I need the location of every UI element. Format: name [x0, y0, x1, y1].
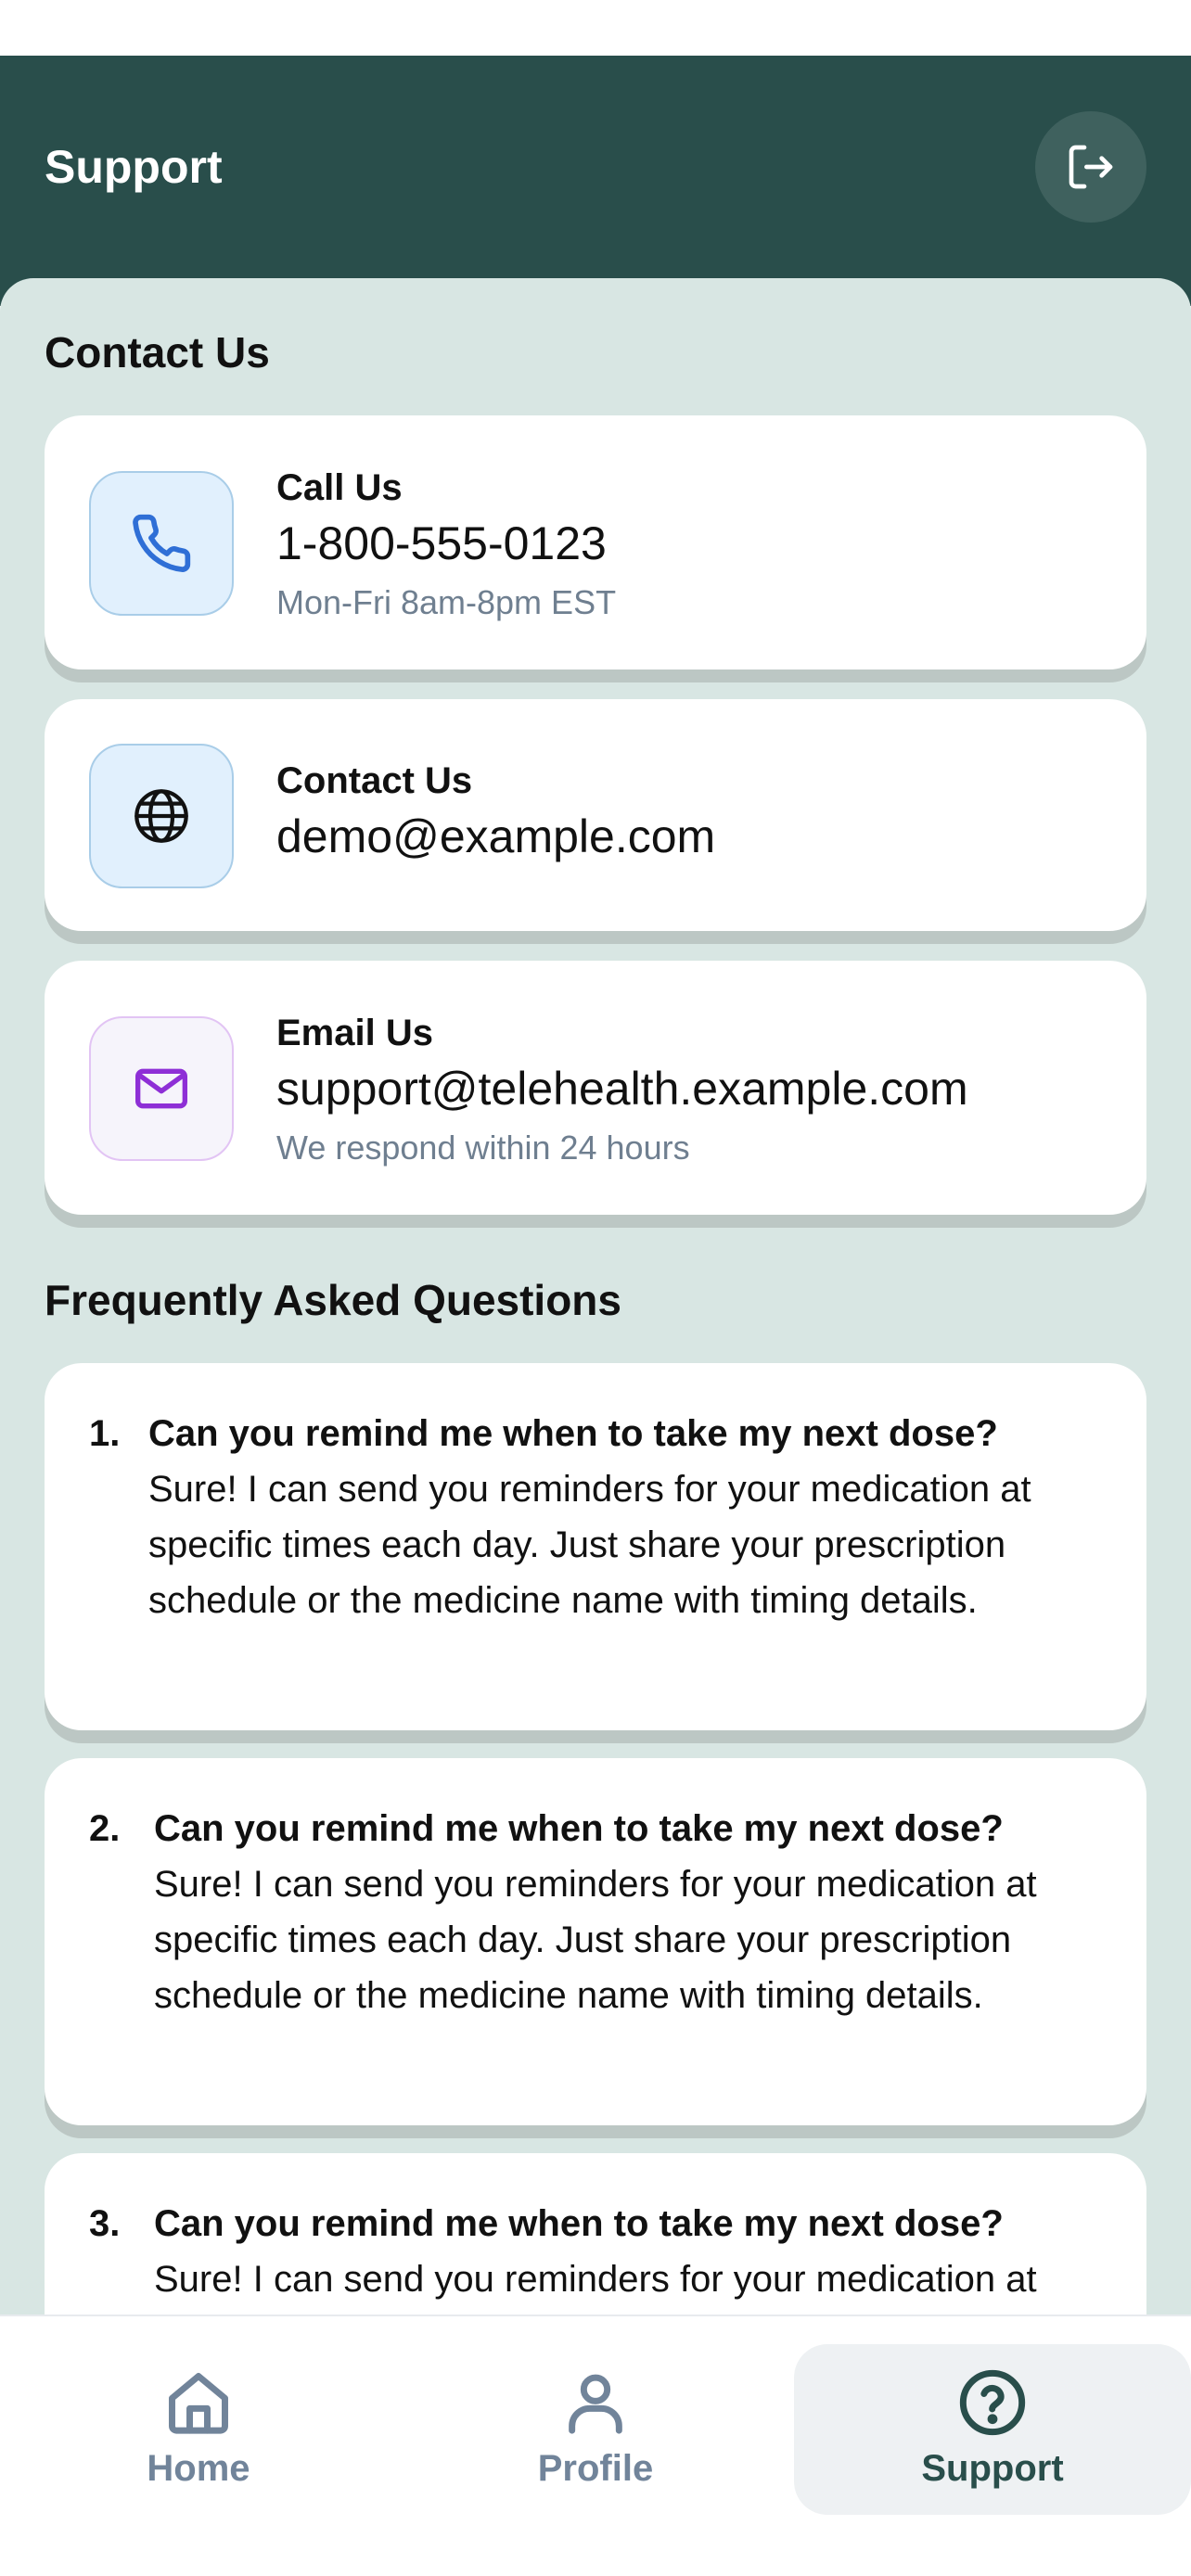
faq-answer: Sure! I can send you reminders for your …	[154, 2259, 1037, 2318]
faq-question: Can you remind me when to take my next d…	[148, 1413, 998, 1454]
nav-item-profile[interactable]: Profile	[397, 2344, 794, 2515]
mail-icon-box	[89, 1016, 234, 1161]
faq-item[interactable]: 1. Can you remind me when to take my nex…	[45, 1363, 1146, 1730]
faq-question: Can you remind me when to take my next d…	[154, 2203, 1004, 2244]
phone-icon	[133, 514, 191, 572]
faq-number: 1.	[89, 1413, 121, 1454]
nav-label-support: Support	[921, 2448, 1064, 2489]
faq-number: 3.	[89, 2203, 121, 2244]
mail-icon	[135, 1068, 187, 1109]
faq-item[interactable]: 2. Can you remind me when to take my nex…	[45, 1758, 1146, 2125]
support-screen: Support Contact Us Call Us 1-800-555-012…	[0, 0, 1191, 2576]
call-hours: Mon-Fri 8am-8pm EST	[276, 583, 617, 621]
nav-item-support[interactable]: Support	[794, 2344, 1191, 2515]
faq-question: Can you remind me when to take my next d…	[154, 1808, 1004, 1849]
faq-number: 2.	[89, 1808, 121, 1849]
email-us-label: Email Us	[276, 1013, 433, 1053]
contact-card-web[interactable]: Contact Us demo@example.com	[45, 699, 1146, 931]
faq-answer: Sure! I can send you reminders for your …	[148, 1469, 1031, 1621]
faq-answer: Sure! I can send you reminders for your …	[154, 1864, 1037, 2016]
globe-icon-box	[89, 744, 234, 888]
phone-number[interactable]: 1-800-555-0123	[276, 516, 607, 571]
contact-email[interactable]: demo@example.com	[276, 809, 715, 864]
contact-section-title: Contact Us	[45, 328, 270, 376]
contact-card-call[interactable]: Call Us 1-800-555-0123 Mon-Fri 8am-8pm E…	[45, 415, 1146, 670]
help-circle-icon	[959, 2369, 1026, 2436]
email-response-time: We respond within 24 hours	[276, 1129, 690, 1167]
support-email[interactable]: support@telehealth.example.com	[276, 1061, 968, 1116]
logout-icon	[1069, 145, 1113, 189]
faq-item[interactable]: 3. Can you remind me when to take my nex…	[45, 2153, 1146, 2318]
globe-icon	[134, 789, 188, 843]
bottom-nav: Home Profile Support	[0, 2315, 1191, 2576]
home-icon	[169, 2373, 228, 2434]
contact-card-email[interactable]: Email Us support@telehealth.example.com …	[45, 961, 1146, 1215]
user-icon	[569, 2374, 622, 2434]
main-content[interactable]: Contact Us Call Us 1-800-555-0123 Mon-Fr…	[0, 278, 1191, 2318]
faq-section-title: Frequently Asked Questions	[45, 1276, 621, 1324]
nav-label-profile: Profile	[537, 2448, 654, 2489]
contact-us-label: Contact Us	[276, 760, 473, 801]
call-us-label: Call Us	[276, 467, 403, 508]
nav-item-home[interactable]: Home	[0, 2344, 397, 2515]
app-header: Support	[0, 56, 1191, 306]
logout-button[interactable]	[1035, 111, 1146, 223]
phone-icon-box	[89, 471, 234, 616]
nav-label-home: Home	[147, 2448, 250, 2489]
page-title: Support	[45, 141, 223, 193]
